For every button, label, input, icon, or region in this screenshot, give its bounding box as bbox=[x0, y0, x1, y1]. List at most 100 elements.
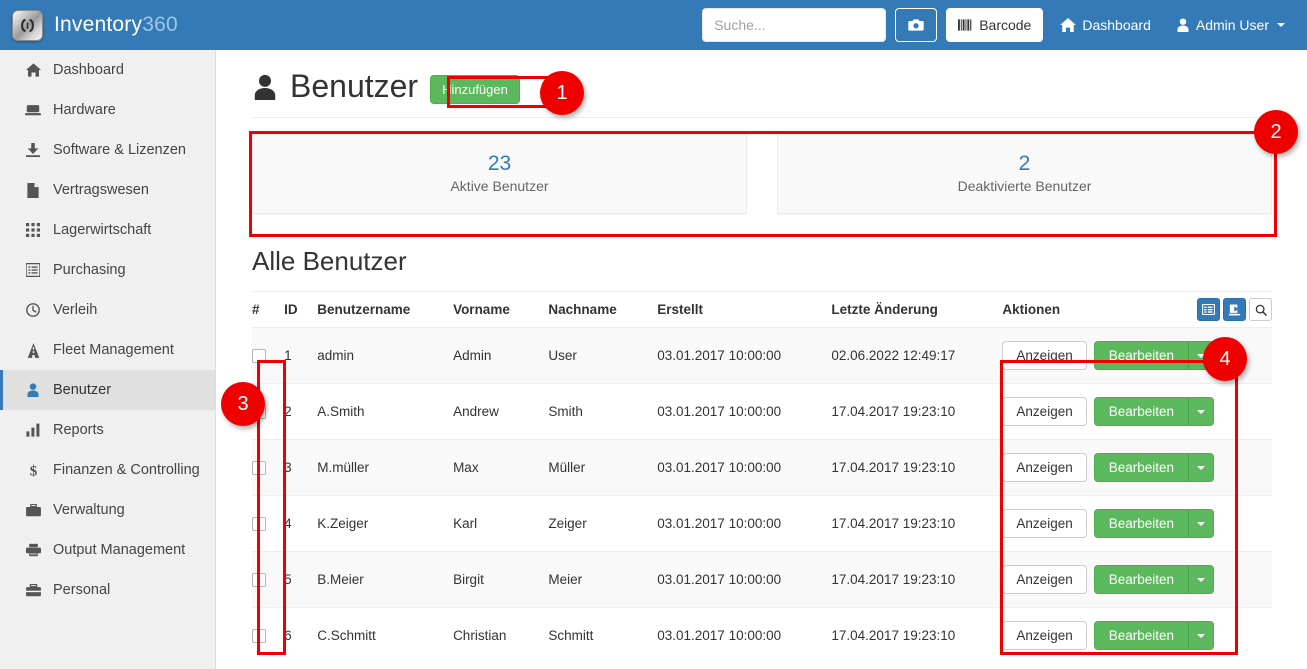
sidebar-item-label: Software & Lizenzen bbox=[53, 142, 186, 158]
sidebar-item-reports[interactable]: Reports bbox=[0, 410, 215, 450]
row-select-cell bbox=[252, 328, 284, 384]
stat-label: Deaktivierte Benutzer bbox=[958, 178, 1092, 194]
table-toolbar bbox=[1197, 298, 1272, 321]
nav-dashboard-label: Dashboard bbox=[1082, 17, 1151, 33]
row-username: K.Zeiger bbox=[317, 496, 453, 552]
edit-dropdown-toggle[interactable] bbox=[1188, 397, 1214, 426]
row-id: 4 bbox=[284, 496, 317, 552]
clock-icon bbox=[24, 303, 42, 317]
camera-button[interactable] bbox=[895, 8, 937, 42]
sidebar-item-output-management[interactable]: Output Management bbox=[0, 530, 215, 570]
table-header-row: # ID Benutzername Vorname Nachname Erste… bbox=[252, 292, 1272, 328]
row-id: 3 bbox=[284, 440, 317, 496]
columns-toggle-button[interactable] bbox=[1197, 298, 1220, 321]
add-user-button[interactable]: Hinzufügen bbox=[430, 75, 520, 104]
sidebar-item-lagerwirtschaft[interactable]: Lagerwirtschaft bbox=[0, 210, 215, 250]
table-search-button[interactable] bbox=[1249, 298, 1272, 321]
edit-dropdown-toggle[interactable] bbox=[1188, 509, 1214, 538]
search-input[interactable] bbox=[702, 8, 886, 42]
download-icon bbox=[24, 143, 42, 157]
view-button[interactable]: Anzeigen bbox=[1002, 397, 1086, 426]
view-button[interactable]: Anzeigen bbox=[1002, 341, 1086, 370]
column-header-modified[interactable]: Letzte Änderung bbox=[831, 292, 1002, 328]
column-header-lastname[interactable]: Nachname bbox=[548, 292, 657, 328]
sidebar-item-purchasing[interactable]: Purchasing bbox=[0, 250, 215, 290]
nav-user-menu[interactable]: Admin User bbox=[1168, 17, 1293, 33]
sidebar-item-verwaltung[interactable]: Verwaltung bbox=[0, 490, 215, 530]
brand[interactable]: Inventory360 bbox=[0, 10, 204, 41]
column-header-username[interactable]: Benutzername bbox=[317, 292, 453, 328]
sidebar-item-label: Vertragswesen bbox=[53, 182, 149, 198]
top-navbar: Inventory360 Barcode bbox=[0, 0, 1307, 50]
list-alt-icon bbox=[24, 263, 42, 277]
edit-button[interactable]: Bearbeiten bbox=[1094, 621, 1188, 650]
edit-button[interactable]: Bearbeiten bbox=[1094, 453, 1188, 482]
stat-panel-active-users[interactable]: 23 Aktive Benutzer bbox=[252, 131, 747, 214]
row-checkbox[interactable] bbox=[252, 517, 266, 531]
view-button[interactable]: Anzeigen bbox=[1002, 509, 1086, 538]
page-header: Benutzer Hinzufügen bbox=[217, 50, 1307, 105]
sidebar-item-dashboard[interactable]: Dashboard bbox=[0, 50, 215, 90]
row-lastname: User bbox=[548, 328, 657, 384]
edit-dropdown-toggle[interactable] bbox=[1188, 341, 1214, 370]
row-firstname: Birgit bbox=[453, 552, 548, 608]
table-row[interactable]: 2 A.Smith Andrew Smith 03.01.2017 10:00:… bbox=[252, 384, 1272, 440]
home-icon bbox=[1060, 18, 1076, 32]
sidebar-item-label: Lagerwirtschaft bbox=[53, 222, 151, 238]
table-row[interactable]: 4 K.Zeiger Karl Zeiger 03.01.2017 10:00:… bbox=[252, 496, 1272, 552]
barcode-label: Barcode bbox=[979, 17, 1031, 33]
table-row[interactable]: 6 C.Schmitt Christian Schmitt 03.01.2017… bbox=[252, 608, 1272, 664]
column-header-created[interactable]: Erstellt bbox=[657, 292, 831, 328]
row-username: C.Schmitt bbox=[317, 608, 453, 664]
sidebar-item-label: Fleet Management bbox=[53, 342, 174, 358]
edit-button[interactable]: Bearbeiten bbox=[1094, 509, 1188, 538]
row-actions-cell: Anzeigen Bearbeiten bbox=[1002, 328, 1272, 384]
table-head: # ID Benutzername Vorname Nachname Erste… bbox=[252, 292, 1272, 328]
row-checkbox[interactable] bbox=[252, 349, 266, 363]
users-table: # ID Benutzername Vorname Nachname Erste… bbox=[252, 292, 1272, 663]
sidebar-item-vertragswesen[interactable]: Vertragswesen bbox=[0, 170, 215, 210]
edit-dropdown-toggle[interactable] bbox=[1188, 565, 1214, 594]
row-firstname: Andrew bbox=[453, 384, 548, 440]
column-header-firstname[interactable]: Vorname bbox=[453, 292, 548, 328]
table-row[interactable]: 3 M.müller Max Müller 03.01.2017 10:00:0… bbox=[252, 440, 1272, 496]
sidebar-item-personal[interactable]: Personal bbox=[0, 570, 215, 610]
column-header-id[interactable]: ID bbox=[284, 292, 317, 328]
sidebar-item-finanzen-controlling[interactable]: $ Finanzen & Controlling bbox=[0, 450, 215, 490]
row-checkbox[interactable] bbox=[252, 405, 266, 419]
row-checkbox[interactable] bbox=[252, 461, 266, 475]
view-button[interactable]: Anzeigen bbox=[1002, 453, 1086, 482]
row-checkbox[interactable] bbox=[252, 629, 266, 643]
sidebar-item-software-lizenzen[interactable]: Software & Lizenzen bbox=[0, 130, 215, 170]
column-header-select[interactable]: # bbox=[252, 292, 284, 328]
sidebar-item-benutzer[interactable]: Benutzer bbox=[0, 370, 215, 410]
stat-panel-deactivated-users[interactable]: 2 Deaktivierte Benutzer bbox=[777, 131, 1272, 214]
chevron-down-icon bbox=[1197, 354, 1205, 358]
chevron-down-icon bbox=[1197, 522, 1205, 526]
row-modified: 17.04.2017 19:23:10 bbox=[831, 608, 1002, 664]
laptop-icon bbox=[24, 104, 42, 117]
row-select-cell bbox=[252, 440, 284, 496]
edit-button[interactable]: Bearbeiten bbox=[1094, 565, 1188, 594]
row-checkbox[interactable] bbox=[252, 573, 266, 587]
edit-button[interactable]: Bearbeiten bbox=[1094, 341, 1188, 370]
view-button[interactable]: Anzeigen bbox=[1002, 621, 1086, 650]
table-row[interactable]: 1 admin Admin User 03.01.2017 10:00:00 0… bbox=[252, 328, 1272, 384]
row-id: 5 bbox=[284, 552, 317, 608]
edit-dropdown-toggle[interactable] bbox=[1188, 621, 1214, 650]
sidebar-item-verleih[interactable]: Verleih bbox=[0, 290, 215, 330]
sidebar-item-hardware[interactable]: Hardware bbox=[0, 90, 215, 130]
row-actions-cell: Anzeigen Bearbeiten bbox=[1002, 440, 1272, 496]
export-button[interactable] bbox=[1223, 298, 1246, 321]
bar-chart-icon bbox=[24, 423, 42, 437]
table-row[interactable]: 5 B.Meier Birgit Meier 03.01.2017 10:00:… bbox=[252, 552, 1272, 608]
row-actions: Anzeigen Bearbeiten bbox=[1002, 341, 1268, 370]
sidebar-item-fleet-management[interactable]: Fleet Management bbox=[0, 330, 215, 370]
nav-dashboard-link[interactable]: Dashboard bbox=[1052, 17, 1159, 33]
edit-button[interactable]: Bearbeiten bbox=[1094, 397, 1188, 426]
view-button[interactable]: Anzeigen bbox=[1002, 565, 1086, 594]
barcode-button[interactable]: Barcode bbox=[946, 8, 1043, 42]
row-id: 2 bbox=[284, 384, 317, 440]
sidebar-item-label: Finanzen & Controlling bbox=[53, 462, 200, 478]
edit-dropdown-toggle[interactable] bbox=[1188, 453, 1214, 482]
